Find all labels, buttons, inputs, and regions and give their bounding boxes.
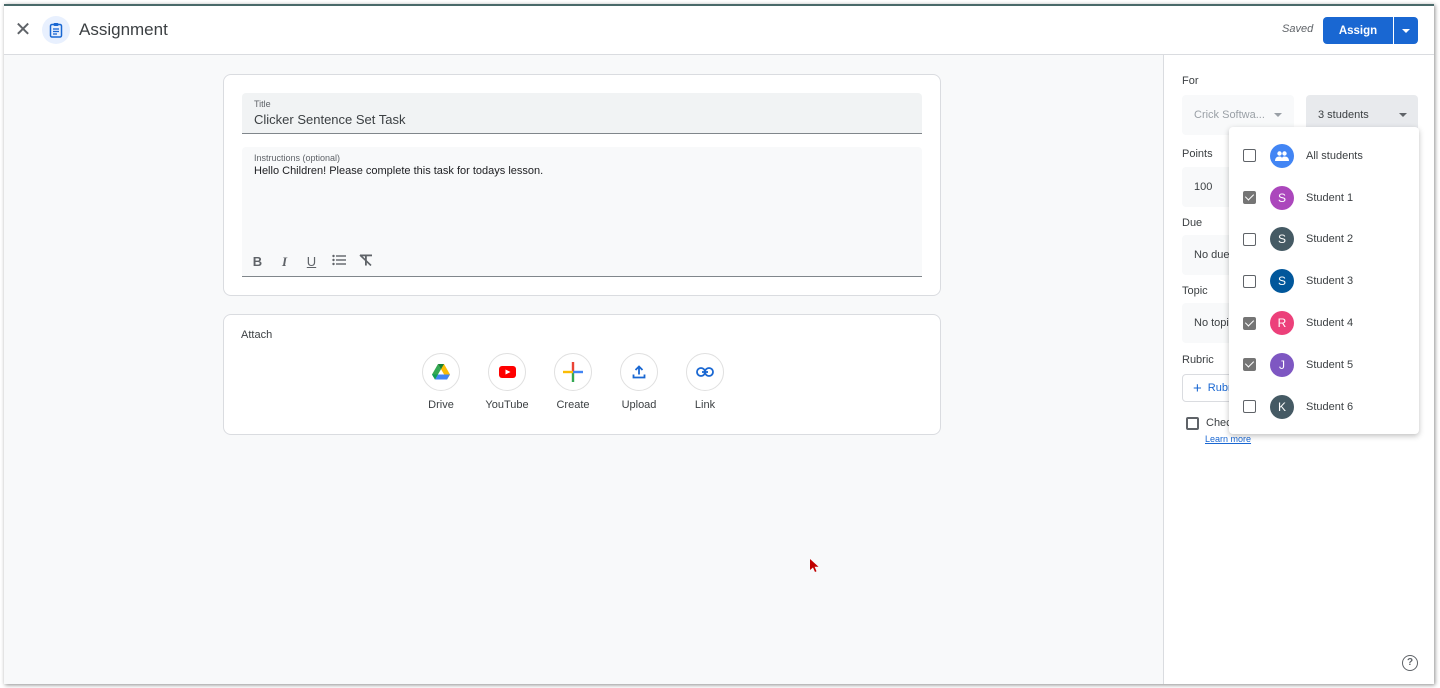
student-name: Student 2 xyxy=(1306,233,1354,246)
student-avatar: S xyxy=(1270,227,1294,252)
instructions-field[interactable]: Instructions (optional) Hello Children! … xyxy=(242,147,922,277)
chevron-down-icon xyxy=(1402,28,1410,33)
student-name: Student 6 xyxy=(1306,400,1354,413)
student-checkbox[interactable] xyxy=(1243,149,1256,163)
page-title: Assignment xyxy=(79,20,168,39)
assign-options-button[interactable] xyxy=(1394,17,1418,44)
assignment-icon xyxy=(42,16,70,44)
app-window: ✕ Assignment Saved Assign Title Clicker … xyxy=(4,4,1434,684)
class-select-value: Crick Softwa... xyxy=(1194,109,1265,121)
title-input[interactable]: Clicker Sentence Set Task xyxy=(254,112,406,127)
italic-icon[interactable]: I xyxy=(277,254,292,270)
all-students-option[interactable]: All students xyxy=(1229,135,1419,177)
student-option[interactable]: K Student 6 xyxy=(1229,386,1419,428)
google-drive-icon xyxy=(432,364,450,380)
title-field[interactable]: Title Clicker Sentence Set Task xyxy=(242,93,922,134)
instructions-label: Instructions (optional) xyxy=(254,153,341,163)
assign-button[interactable]: Assign xyxy=(1323,17,1393,44)
attach-create-label: Create xyxy=(556,399,590,411)
attach-drive-label: Drive xyxy=(428,399,454,411)
attach-create-button[interactable]: Create xyxy=(554,353,592,411)
bulleted-list-icon[interactable] xyxy=(331,254,346,270)
clear-formatting-icon[interactable] xyxy=(358,254,373,270)
underline-icon[interactable]: U xyxy=(304,254,319,270)
student-option[interactable]: R Student 4 xyxy=(1229,302,1419,344)
student-option[interactable]: S Student 1 xyxy=(1229,177,1419,219)
student-option[interactable]: S Student 3 xyxy=(1229,260,1419,302)
instructions-input[interactable]: Hello Children! Please complete this tas… xyxy=(254,165,543,177)
attach-drive-button[interactable]: Drive xyxy=(422,353,460,411)
attach-youtube-circle xyxy=(488,353,526,391)
student-name: Student 3 xyxy=(1306,275,1354,288)
student-avatar: S xyxy=(1270,185,1294,210)
mouse-pointer-icon xyxy=(810,559,820,578)
learn-more-link[interactable]: Learn more xyxy=(1205,434,1251,444)
student-name: Student 1 xyxy=(1306,191,1354,204)
points-label: Points xyxy=(1182,148,1213,160)
attach-link-label: Link xyxy=(694,399,716,411)
due-label: Due xyxy=(1182,217,1203,229)
student-avatar: J xyxy=(1270,352,1294,377)
chevron-down-icon xyxy=(1399,113,1407,117)
attach-options: Drive YouTube Create Upload Link xyxy=(422,353,724,411)
plus-icon xyxy=(563,362,583,382)
upload-icon xyxy=(632,365,646,379)
attach-link-button[interactable]: Link xyxy=(686,353,724,411)
people-group-icon xyxy=(1270,143,1294,168)
student-checkbox[interactable] xyxy=(1243,274,1256,288)
attach-link-circle xyxy=(686,353,724,391)
student-checkbox[interactable] xyxy=(1243,232,1256,246)
attach-youtube-label: YouTube xyxy=(485,399,529,411)
student-avatar: R xyxy=(1270,311,1294,336)
student-name: Student 5 xyxy=(1306,358,1354,371)
youtube-icon xyxy=(498,366,516,378)
formatting-toolbar: B I U xyxy=(250,254,373,270)
student-checkbox[interactable] xyxy=(1243,358,1256,372)
rubric-label: Rubric xyxy=(1182,354,1214,366)
attach-upload-label: Upload xyxy=(621,399,657,411)
attach-youtube-button[interactable]: YouTube xyxy=(485,353,529,411)
attach-upload-circle xyxy=(620,353,658,391)
attach-card: Attach Drive YouTube Create Upload Link xyxy=(223,314,941,435)
student-avatar: S xyxy=(1270,269,1294,294)
assignment-details-card: Title Clicker Sentence Set Task Instruct… xyxy=(223,74,941,296)
for-label: For xyxy=(1182,75,1199,87)
bold-icon[interactable]: B xyxy=(250,254,265,270)
topic-label: Topic xyxy=(1182,285,1208,297)
student-name: Student 4 xyxy=(1306,317,1354,330)
plus-icon: + xyxy=(1193,379,1202,397)
student-checkbox[interactable] xyxy=(1243,191,1256,205)
title-label: Title xyxy=(254,99,271,109)
attach-drive-circle xyxy=(422,353,460,391)
attach-label: Attach xyxy=(241,329,273,341)
student-name: All students xyxy=(1306,149,1363,162)
link-icon xyxy=(696,367,714,377)
student-option[interactable]: S Student 2 xyxy=(1229,219,1419,261)
close-icon[interactable]: ✕ xyxy=(13,20,33,40)
attach-create-circle xyxy=(554,353,592,391)
student-checkbox[interactable] xyxy=(1243,400,1256,414)
attach-upload-button[interactable]: Upload xyxy=(620,353,658,411)
chevron-down-icon xyxy=(1274,113,1282,117)
top-bar: ✕ Assignment Saved Assign xyxy=(4,6,1434,55)
students-dropdown-menu: All students S Student 1 S Student 2 S Student… xyxy=(1229,127,1419,434)
student-checkbox[interactable] xyxy=(1243,316,1256,330)
help-icon[interactable]: ? xyxy=(1402,655,1418,671)
originality-checkbox[interactable] xyxy=(1186,417,1199,430)
student-avatar: K xyxy=(1270,394,1294,419)
student-option[interactable]: J Student 5 xyxy=(1229,344,1419,386)
save-status: Saved xyxy=(1282,23,1314,35)
students-select-value: 3 students xyxy=(1318,109,1369,121)
